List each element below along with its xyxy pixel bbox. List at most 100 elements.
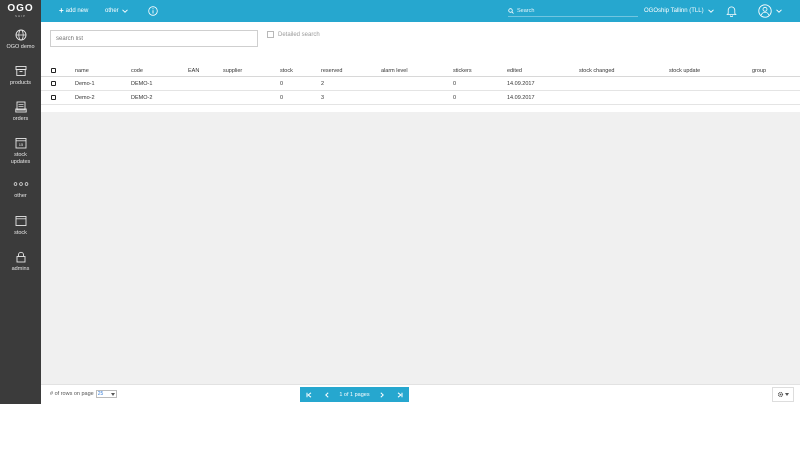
sidebar-item-other[interactable]: other: [0, 180, 41, 200]
global-search-placeholder: Search: [517, 7, 535, 14]
notifications-button[interactable]: [726, 0, 737, 22]
column-header-stickers[interactable]: stickers: [453, 65, 472, 76]
bell-icon: [726, 6, 737, 17]
column-header-group[interactable]: group: [752, 65, 766, 76]
column-header-reserved[interactable]: reserved: [321, 65, 342, 76]
cell-code: DEMO-2: [131, 94, 153, 101]
column-header-edited[interactable]: edited: [507, 65, 522, 76]
first-page-button[interactable]: [304, 387, 314, 402]
add-new-button[interactable]: + add new: [59, 0, 88, 22]
svg-text:15: 15: [18, 142, 23, 147]
table-footer: # of rows on page 25 1 of 1 pages: [41, 384, 800, 404]
sidebar-item-ogo-demo[interactable]: OGO demo: [0, 29, 41, 51]
lock-icon: [16, 251, 25, 263]
other-menu-button[interactable]: other: [105, 0, 128, 22]
logo-text: OGO: [7, 3, 34, 14]
column-header-stock-update[interactable]: stock update: [669, 65, 700, 76]
first-page-icon: [306, 391, 312, 398]
chevron-down-icon: [776, 9, 782, 13]
sidebar-item-orders[interactable]: orders: [0, 101, 41, 123]
row-checkbox[interactable]: [51, 91, 56, 104]
calendar-icon: 15: [15, 138, 26, 149]
sidebar-item-stock-updates[interactable]: 15 stock updates: [0, 137, 41, 166]
sidebar-item-label: other: [14, 193, 27, 199]
dots-icon: [13, 182, 28, 186]
cell-edited: 14.09.2017: [507, 80, 535, 87]
sidebar: OGO SHIP OGO demo products orders 15 sto…: [0, 0, 41, 404]
user-avatar-icon: [758, 4, 772, 18]
table-row[interactable]: Demo-2 DEMO-2 0 3 0 14.09.2017: [41, 91, 800, 105]
app: OGO SHIP OGO demo products orders 15 sto…: [0, 0, 800, 404]
page-indicator: 1 of 1 pages: [339, 391, 370, 398]
global-search-input[interactable]: Search: [508, 5, 638, 17]
info-button[interactable]: [148, 0, 158, 22]
detailed-search-checkbox[interactable]: [267, 31, 274, 38]
globe-icon: [15, 29, 26, 41]
logo[interactable]: OGO SHIP: [0, 0, 41, 22]
cell-stickers: 0: [453, 80, 457, 87]
window-icon: [15, 216, 26, 226]
cell-reserved: 3: [321, 94, 325, 101]
gear-icon: [777, 391, 784, 398]
rows-per-page-label: # of rows on page: [50, 391, 94, 397]
chevron-down-icon: [707, 9, 714, 13]
chevron-down-icon: [785, 393, 789, 396]
user-menu-button[interactable]: [758, 0, 782, 22]
logo-subtext: SHIP: [14, 14, 26, 18]
cell-name: Demo-2: [75, 94, 95, 101]
last-page-icon: [397, 391, 403, 398]
topbar: + add new other Search OGOship Tallinn (…: [41, 0, 800, 22]
cell-name: Demo-1: [75, 80, 95, 87]
sidebar-item-stock[interactable]: stock: [0, 215, 41, 237]
column-header-stock-changed[interactable]: stock changed: [579, 65, 614, 76]
column-header-supplier[interactable]: supplier: [223, 65, 242, 76]
cell-reserved: 2: [321, 80, 325, 87]
filter-area: Detailed search name code EAN supplier s…: [41, 22, 800, 112]
sidebar-item-label: admins: [11, 266, 30, 272]
last-page-button[interactable]: [395, 387, 405, 402]
table-header: name code EAN supplier stock reserved al…: [41, 65, 800, 77]
plus-icon: +: [59, 6, 64, 15]
sidebar-item-products[interactable]: products: [0, 65, 41, 87]
detailed-search-label: Detailed search: [278, 31, 320, 38]
cell-stock: 0: [280, 80, 284, 87]
cell-stickers: 0: [453, 94, 457, 101]
sidebar-item-label: orders: [12, 116, 29, 122]
previous-page-button[interactable]: [322, 387, 332, 402]
pagination: 1 of 1 pages: [300, 387, 409, 402]
info-icon: [148, 6, 158, 16]
account-label: OGOship Tallinn (TLL): [644, 8, 704, 14]
rows-per-page-value: 25: [97, 391, 104, 397]
column-header-stock[interactable]: stock: [280, 65, 293, 76]
account-selector[interactable]: OGOship Tallinn (TLL): [644, 0, 714, 22]
sidebar-item-label: products: [9, 80, 32, 86]
search-list-input[interactable]: [50, 30, 258, 47]
chevron-down-icon: [110, 392, 115, 396]
cell-code: DEMO-1: [131, 80, 153, 87]
products-table: name code EAN supplier stock reserved al…: [41, 65, 800, 105]
column-header-name[interactable]: name: [75, 65, 89, 76]
sidebar-item-label: OGO demo: [6, 44, 35, 50]
select-all-checkbox[interactable]: [51, 65, 56, 76]
rows-per-page-select[interactable]: 25: [95, 390, 117, 398]
row-checkbox[interactable]: [51, 77, 56, 90]
next-page-button[interactable]: [377, 387, 387, 402]
detailed-search-toggle[interactable]: Detailed search: [267, 31, 320, 38]
column-header-ean[interactable]: EAN: [188, 65, 199, 76]
column-header-alarm-level[interactable]: alarm level: [381, 65, 408, 76]
table-settings-button[interactable]: [772, 387, 794, 402]
chevron-down-icon: [121, 9, 128, 13]
cell-stock: 0: [280, 94, 284, 101]
chevron-right-icon: [380, 391, 385, 398]
box-icon: [15, 66, 26, 76]
cell-edited: 14.09.2017: [507, 94, 535, 101]
sidebar-item-admins[interactable]: admins: [0, 251, 41, 273]
column-header-code[interactable]: code: [131, 65, 143, 76]
search-icon: [508, 7, 514, 14]
table-row[interactable]: Demo-1 DEMO-1 0 2 0 14.09.2017: [41, 77, 800, 91]
main-content: Detailed search name code EAN supplier s…: [41, 22, 800, 404]
orders-icon: [14, 101, 27, 113]
other-menu-label: other: [105, 8, 119, 14]
rows-per-page: # of rows on page 25: [50, 390, 117, 398]
add-new-label: add new: [65, 8, 89, 14]
